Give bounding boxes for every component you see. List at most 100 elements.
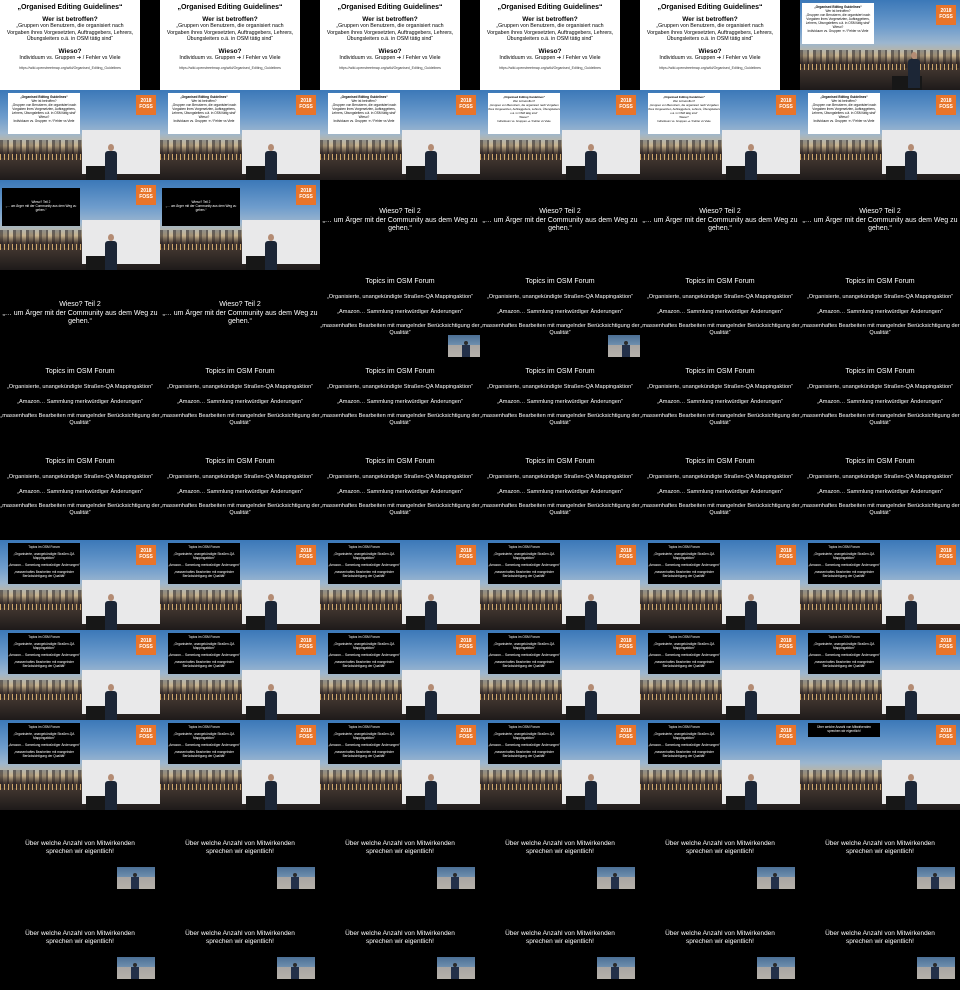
topics-item: „Amazon… Sammlung merkwürdiger Änderunge… [17,488,143,495]
video-frame-topics[interactable]: Topics im OSM Forum „Organisierte, unang… [0,450,160,540]
video-frame-stage[interactable]: Topics im OSM Forum „Organisierte, unange… [480,540,640,630]
video-frame-stage[interactable]: Topics im OSM Forum „Organisierte, unange… [160,720,320,810]
video-frame-guidelines[interactable]: „Organised Editing Guidelines“ Wer ist b… [480,0,640,90]
why-heading: Wieso? [538,47,562,55]
video-frame-ueber[interactable]: Über welche Anzahl von Mitwirkenden spre… [0,900,160,990]
video-frame-wieso[interactable]: Wieso? Teil 2 „… um Ärger mit der Commun… [0,270,160,360]
projected-slide: Topics im OSM Forum „Organisierte, unange… [488,723,560,764]
video-frame-stage[interactable]: Topics im OSM Forum „Organisierte, unange… [640,540,800,630]
projected-text: „Amazon… Sammlung merkwürdiger Änderunge… [328,743,400,747]
projected-text: „Amazon… Sammlung merkwürdiger Änderunge… [168,653,240,657]
video-frame-guidelines[interactable]: „Organised Editing Guidelines“ Wer ist b… [0,0,160,90]
video-frame-wieso[interactable]: Wieso? Teil 2 „… um Ärger mit der Commun… [160,270,320,360]
video-frame-stage[interactable]: Topics im OSM Forum „Organisierte, unange… [320,540,480,630]
video-frame-ueber[interactable]: Über welche Anzahl von Mitwirkenden spre… [480,810,640,900]
video-frame-stage[interactable]: Wieso? Teil 2 „… um Ärger mit der Communi… [0,180,160,270]
video-frame-ueber[interactable]: Über welche Anzahl von Mitwirkenden spre… [640,810,800,900]
video-frame-topics[interactable]: Topics im OSM Forum „Organisierte, unang… [640,270,800,360]
froscon-logo: 2018 FOSS [296,635,316,655]
stage-camera-view: „Organised Editing Guidelines“ Wer ist be… [640,90,800,180]
video-frame-ueber[interactable]: Über welche Anzahl von Mitwirkenden spre… [160,810,320,900]
video-frame-topics[interactable]: Topics im OSM Forum „Organisierte, unang… [800,270,960,360]
video-frame-ueber[interactable]: Über welche Anzahl von Mitwirkenden spre… [640,900,800,990]
speaker [425,684,437,720]
topics-title: Topics im OSM Forum [45,368,115,375]
projected-text: „Organisierte, unangekündigte Straßen-QA… [493,642,555,650]
video-frame-stage[interactable]: Topics im OSM Forum „Organisierte, unange… [320,630,480,720]
video-frame-stage[interactable]: Topics im OSM Forum „Organisierte, unange… [160,630,320,720]
video-frame-stage[interactable]: Topics im OSM Forum „Organisierte, unange… [160,540,320,630]
video-frame-topics[interactable]: Topics im OSM Forum „Organisierte, unang… [640,450,800,540]
projected-slide: Topics im OSM Forum „Organisierte, unange… [8,723,80,764]
projected-text: „Amazon… Sammlung merkwürdiger Änderunge… [8,653,80,657]
stage-camera-view: Topics im OSM Forum „Organisierte, unange… [800,630,960,720]
projected-text: „Amazon… Sammlung merkwürdiger Änderunge… [488,743,560,747]
slide-topics: Topics im OSM Forum „Organisierte, unang… [160,360,320,450]
slide-topics: Topics im OSM Forum „Organisierte, unang… [0,450,160,540]
video-frame-topics[interactable]: Topics im OSM Forum „Organisierte, unang… [160,450,320,540]
video-frame-topics[interactable]: Topics im OSM Forum „Organisierte, unang… [480,360,640,450]
video-frame-wieso[interactable]: Wieso? Teil 2 „… um Ärger mit der Commun… [640,180,800,270]
video-frame-stage[interactable]: Topics im OSM Forum „Organisierte, unange… [800,540,960,630]
video-frame-guidelines[interactable]: „Organised Editing Guidelines“ Wer ist b… [160,0,320,90]
video-frame-ueber[interactable]: Über welche Anzahl von Mitwirkenden spre… [320,810,480,900]
video-frame-guidelines[interactable]: „Organised Editing Guidelines“ Wer ist b… [640,0,800,90]
video-frame-stage[interactable]: Topics im OSM Forum „Organisierte, unange… [800,630,960,720]
video-frame-stage[interactable]: Topics im OSM Forum „Organisierte, unange… [0,630,160,720]
video-frame-topics[interactable]: Topics im OSM Forum „Organisierte, unang… [0,360,160,450]
topics-title: Topics im OSM Forum [365,458,435,465]
video-frame-topics[interactable]: Topics im OSM Forum „Organisierte, unang… [320,360,480,450]
video-frame-stage[interactable]: Topics im OSM Forum „Organisierte, unange… [640,630,800,720]
video-frame-stage[interactable]: Topics im OSM Forum „Organisierte, unange… [480,630,640,720]
video-frame-ueber[interactable]: Über welche Anzahl von Mitwirkenden spre… [480,900,640,990]
projected-text: Topics im OSM Forum [508,545,540,549]
video-frame-stage[interactable]: „Organised Editing Guidelines“ Wer ist be… [0,90,160,180]
video-frame-topics[interactable]: Topics im OSM Forum „Organisierte, unang… [160,360,320,450]
video-frame-topics[interactable]: Topics im OSM Forum „Organisierte, unang… [320,450,480,540]
video-frame-topics[interactable]: Topics im OSM Forum „Organisierte, unang… [800,360,960,450]
video-frame-stage[interactable]: Topics im OSM Forum „Organisierte, unange… [480,720,640,810]
topics-item: „Amazon… Sammlung merkwürdiger Änderunge… [817,398,943,405]
stage-camera-view: Topics im OSM Forum „Organisierte, unange… [0,720,160,810]
video-frame-stage[interactable]: „Organised Editing Guidelines“ Wer ist be… [800,90,960,180]
projected-text: Topics im OSM Forum [508,725,540,729]
video-frame-stage[interactable]: „Organised Editing Guidelines“ Wer ist be… [800,0,960,90]
video-frame-ueber[interactable]: Über welche Anzahl von Mitwirkenden spre… [0,810,160,900]
projected-text: Individuum vs. Gruppen ➔ / Fehler vs Vie… [173,119,235,123]
video-frame-stage[interactable]: „Organised Editing Guidelines“ Wer ist be… [640,90,800,180]
stage-camera-view: Topics im OSM Forum „Organisierte, unange… [480,720,640,810]
ueber-line2: sprechen wir eigentlich! [526,848,594,855]
video-frame-ueber[interactable]: Über welche Anzahl von Mitwirkenden spre… [800,900,960,990]
video-frame-stage[interactable]: Wieso? Teil 2 „… um Ärger mit der Communi… [160,180,320,270]
stage-camera-view: „Organised Editing Guidelines“ Wer ist be… [0,90,160,180]
video-frame-topics[interactable]: Topics im OSM Forum „Organisierte, unang… [480,270,640,360]
video-frame-topics[interactable]: Topics im OSM Forum „Organisierte, unang… [480,450,640,540]
why-text: Individuum vs. Gruppen ➔ / Fehler vs Vie… [19,54,121,61]
video-frame-guidelines[interactable]: „Organised Editing Guidelines“ Wer ist b… [320,0,480,90]
video-frame-stage[interactable]: Topics im OSM Forum „Organisierte, unange… [320,720,480,810]
slide-guidelines: „Organised Editing Guidelines“ Wer ist b… [0,0,140,90]
video-frame-stage[interactable]: Topics im OSM Forum „Organisierte, unange… [0,720,160,810]
projected-text: Individuum vs. Gruppen ➔ / Fehler vs Vie… [807,29,869,33]
video-frame-stage[interactable]: „Organised Editing Guidelines“ Wer ist be… [320,90,480,180]
video-frame-ueber[interactable]: Über welche Anzahl von Mitwirkenden spre… [800,810,960,900]
topics-title: Topics im OSM Forum [365,278,435,285]
video-frame-ueber[interactable]: Über welche Anzahl von Mitwirkenden spre… [160,900,320,990]
topics-title: Topics im OSM Forum [365,368,435,375]
video-frame-stage[interactable]: „Organised Editing Guidelines“ Wer ist be… [160,90,320,180]
video-frame-stage[interactable]: Über welche Anzahl von Mitwirkenden sprec… [800,720,960,810]
video-frame-topics[interactable]: Topics im OSM Forum „Organisierte, unang… [320,270,480,360]
why-text: Individuum vs. Gruppen ➔ / Fehler vs Vie… [659,54,761,61]
video-frame-topics[interactable]: Topics im OSM Forum „Organisierte, unang… [640,360,800,450]
video-frame-ueber[interactable]: Über welche Anzahl von Mitwirkenden spre… [320,900,480,990]
video-frame-wieso[interactable]: Wieso? Teil 2 „… um Ärger mit der Commun… [320,180,480,270]
speaker [265,144,277,180]
video-frame-stage[interactable]: Topics im OSM Forum „Organisierte, unange… [640,720,800,810]
projected-text: „massenhaftes Bearbeiten mit mangelnder … [493,570,555,578]
video-frame-wieso[interactable]: Wieso? Teil 2 „… um Ärger mit der Commun… [480,180,640,270]
video-frame-wieso[interactable]: Wieso? Teil 2 „… um Ärger mit der Commun… [800,180,960,270]
video-frame-topics[interactable]: Topics im OSM Forum „Organisierte, unang… [800,450,960,540]
slide-topics: Topics im OSM Forum „Organisierte, unang… [640,270,800,360]
video-frame-stage[interactable]: Topics im OSM Forum „Organisierte, unange… [0,540,160,630]
video-frame-stage[interactable]: „Organised Editing Guidelines“ Wer ist be… [480,90,640,180]
